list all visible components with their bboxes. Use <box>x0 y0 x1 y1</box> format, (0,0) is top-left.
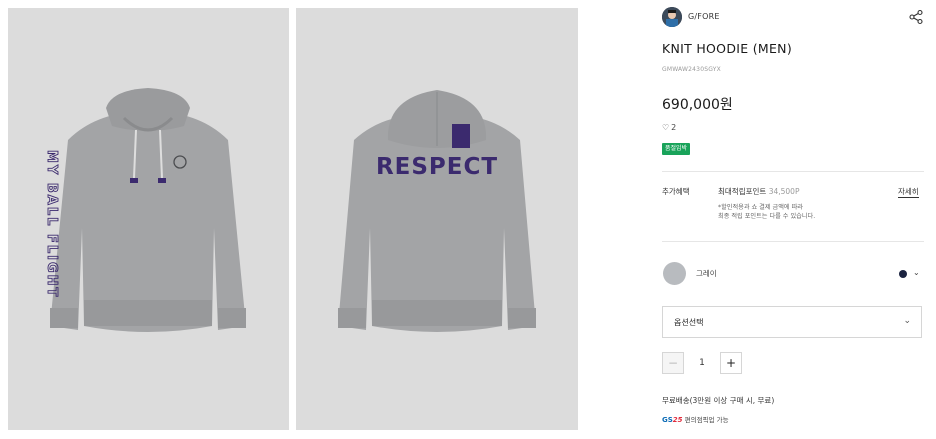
gs25-logo-num: 25 <box>672 416 683 424</box>
chevron-down-icon: ⌄ <box>903 316 911 326</box>
quantity-decrease-button[interactable]: − <box>662 352 684 374</box>
color-swatch-selected[interactable] <box>663 262 686 285</box>
quantity-value[interactable]: 1 <box>684 352 720 374</box>
product-title: KNIT HOODIE (MEN) <box>662 41 792 56</box>
gs25-pickup-info: GS25 편의점픽업 가능 <box>662 414 729 424</box>
hoodie-front-illustration: MY BALL FLIGHT <box>44 88 246 332</box>
gs25-logo: GS25 <box>662 416 683 424</box>
divider <box>662 241 924 242</box>
benefit-note-line: 최종 적립 포인트는 다를 수 있습니다. <box>718 213 816 220</box>
heart-icon: ♡ <box>662 123 670 132</box>
gs25-pickup-text: 편의점픽업 가능 <box>684 416 729 424</box>
color-name: 그레이 <box>696 269 717 278</box>
divider <box>662 171 924 172</box>
benefit-label: 추가혜택 <box>662 187 690 196</box>
product-price: 690,000원 <box>662 97 733 113</box>
product-image-back[interactable]: RESPECT <box>296 8 578 430</box>
brand-header: G/FORE <box>662 7 924 29</box>
quantity-increase-button[interactable]: + <box>720 352 742 374</box>
shipping-info: 무료배송(3만원 이상 구매 시, 무료) <box>662 396 775 405</box>
status-badge: 품절임박 <box>662 143 691 155</box>
like-button[interactable]: ♡ 2 <box>662 123 676 132</box>
brand-name-link[interactable]: G/FORE <box>688 12 720 21</box>
benefit-points: 최대적립포인트 34,500P <box>718 186 799 197</box>
color-option-dot[interactable] <box>899 270 907 278</box>
product-image-front[interactable]: MY BALL FLIGHT <box>8 8 289 430</box>
benefit-detail-link[interactable]: 자세히 <box>898 186 919 198</box>
share-icon[interactable] <box>908 9 924 25</box>
benefit-points-value: 34,500P <box>768 187 800 196</box>
front-sleeve-print: MY BALL FLIGHT <box>44 150 59 298</box>
brand-avatar[interactable] <box>662 7 682 27</box>
chevron-down-icon[interactable]: ⌄ <box>913 268 920 277</box>
option-select[interactable]: 옵션선택 ⌄ <box>662 306 922 338</box>
benefit-points-label: 최대적립포인트 <box>718 187 767 196</box>
back-print: RESPECT <box>376 154 498 180</box>
benefit-note: *할인적용과 쇼 결제 금액에 따라 최종 적립 포인트는 다를 수 있습니다. <box>718 203 908 221</box>
like-count: 2 <box>671 123 677 132</box>
hoodie-back-illustration: RESPECT <box>338 90 536 332</box>
product-sku: GMWAW2430SGYX <box>662 66 721 73</box>
brand-avatar-image <box>662 7 682 27</box>
gs25-logo-prefix: GS <box>662 416 673 424</box>
benefit-note-line: *할인적용과 쇼 결제 금액에 따라 <box>718 204 803 211</box>
option-select-label: 옵션선택 <box>674 318 704 327</box>
